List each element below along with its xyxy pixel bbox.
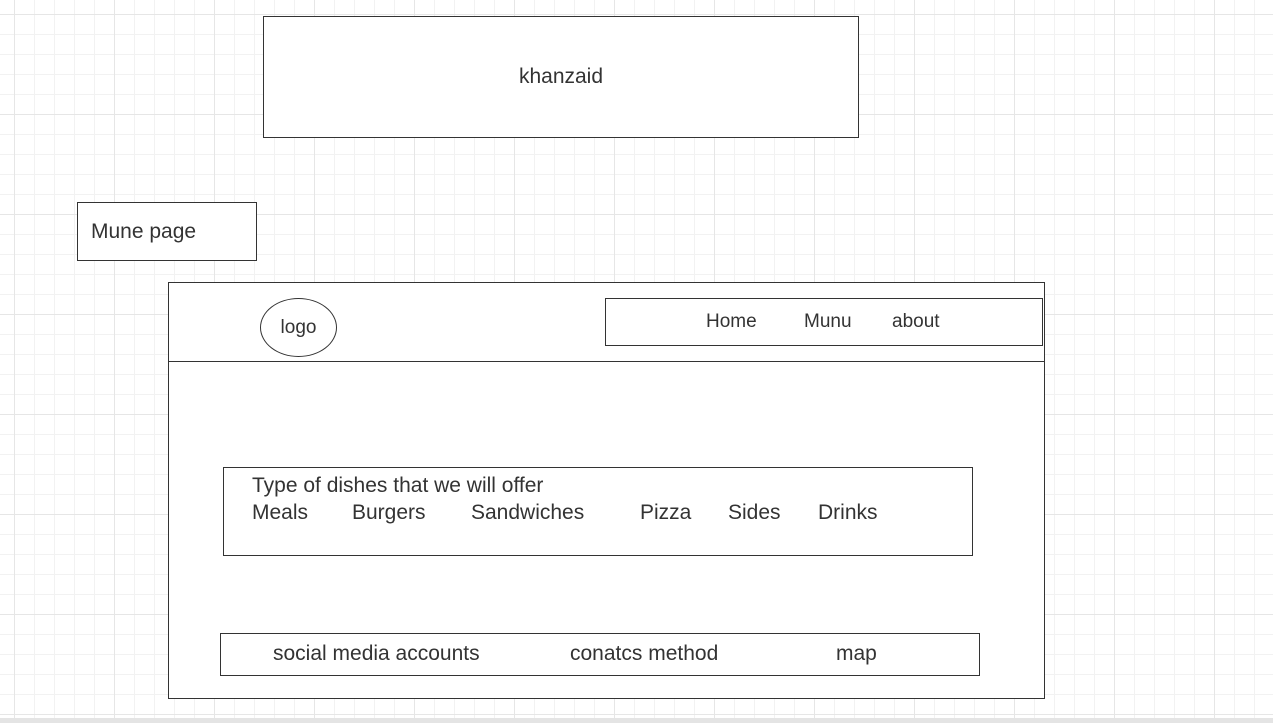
dish-item-burgers: Burgers <box>352 501 426 524</box>
logo-text: logo <box>280 316 317 338</box>
dishes-heading: Type of dishes that we will offer <box>252 474 544 497</box>
footer-item-social: social media accounts <box>273 642 480 665</box>
dish-item-meals: Meals <box>252 501 309 524</box>
dish-item-sides: Sides <box>728 501 781 524</box>
header-divider <box>168 361 1045 362</box>
dish-item-sandwiches: Sandwiches <box>471 501 585 524</box>
title-box: khanzaid <box>263 16 859 138</box>
logo-placeholder[interactable]: logo <box>260 298 337 357</box>
dish-item-pizza: Pizza <box>640 501 692 524</box>
footer-item-map: map <box>836 642 877 665</box>
nav-item-home[interactable]: Home <box>706 311 757 333</box>
nav-item-about[interactable]: about <box>892 311 940 333</box>
nav-item-menu[interactable]: Munu <box>804 311 852 333</box>
canvas-bottom-edge <box>0 718 1273 723</box>
page-label-text: Mune page <box>91 219 197 243</box>
dish-item-drinks: Drinks <box>818 501 878 524</box>
title-text: khanzaid <box>518 65 604 88</box>
page-label-box: Mune page <box>77 202 257 261</box>
footer-item-contact: conatcs method <box>570 642 719 665</box>
